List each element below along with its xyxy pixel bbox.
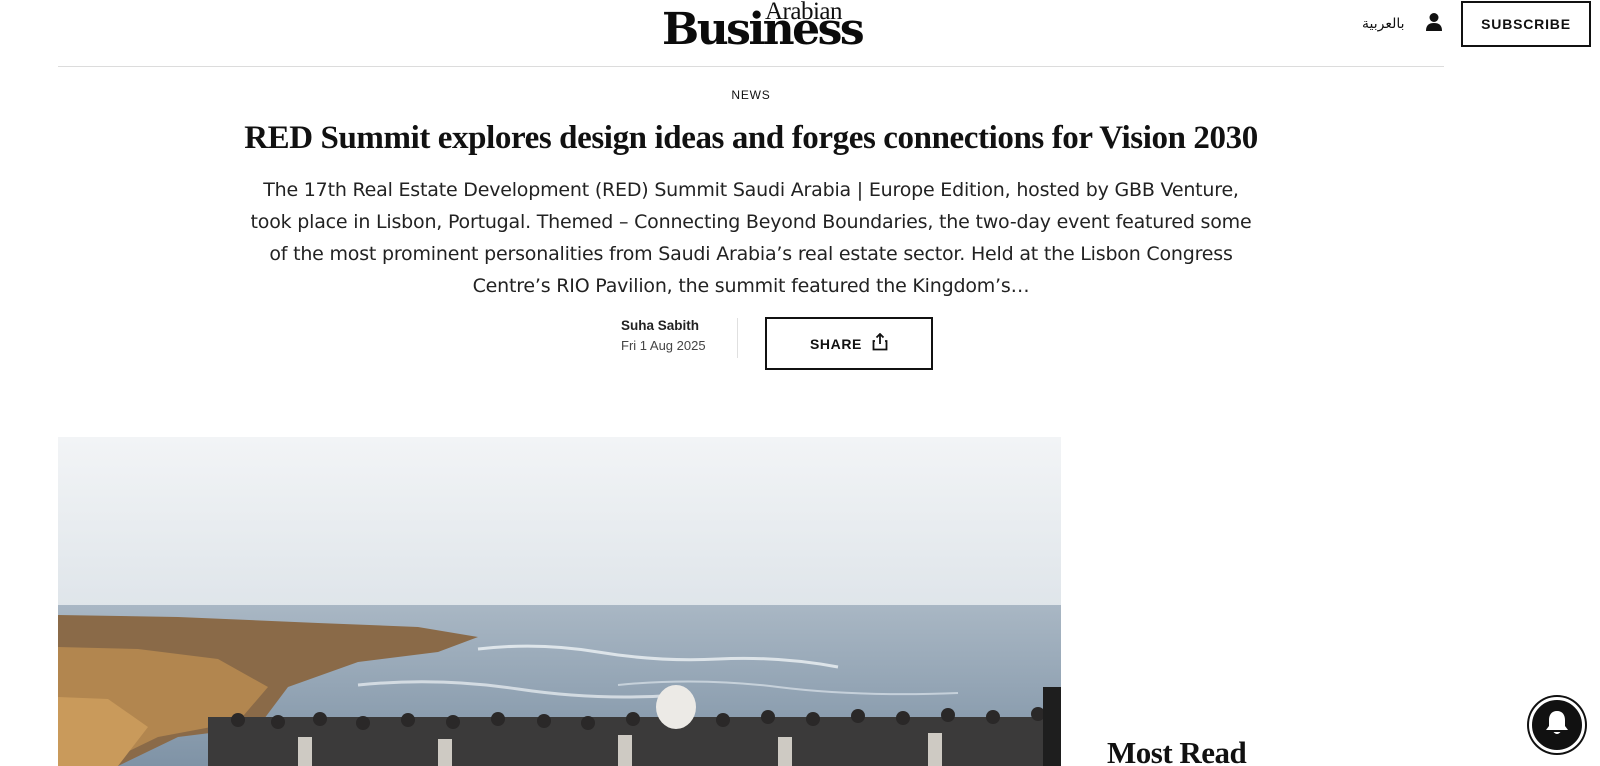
site-header: Arabian Business بالعربية SUBSCRIBE: [0, 0, 1600, 66]
article-headline: RED Summit explores design ideas and for…: [244, 120, 1258, 156]
most-read-heading: Most Read: [1107, 735, 1247, 766]
subscribe-button[interactable]: SUBSCRIBE: [1461, 1, 1591, 47]
photo-icon: [58, 437, 1061, 766]
bell-icon: [1542, 708, 1572, 743]
arabic-language-link[interactable]: بالعربية: [1362, 16, 1405, 32]
article-standfirst: The 17th Real Estate Development (RED) S…: [250, 179, 1252, 297]
share-icon: [872, 332, 888, 354]
article-byline: Suha Sabith Fri 1 Aug 2025: [621, 318, 706, 353]
user-icon[interactable]: [1425, 12, 1443, 32]
publish-date: Fri 1 Aug 2025: [621, 338, 706, 353]
share-label: SHARE: [809, 335, 862, 352]
site-logo[interactable]: Arabian Business: [660, 0, 865, 52]
header-divider: [58, 66, 1444, 67]
article-category[interactable]: NEWS: [0, 88, 1502, 102]
byline-divider: [737, 318, 738, 358]
author-name[interactable]: Suha Sabith: [621, 318, 706, 333]
notification-button[interactable]: [1529, 697, 1585, 753]
share-button[interactable]: SHARE: [765, 317, 933, 370]
logo-business-text: Business: [662, 4, 865, 55]
hero-image: [58, 437, 1061, 766]
